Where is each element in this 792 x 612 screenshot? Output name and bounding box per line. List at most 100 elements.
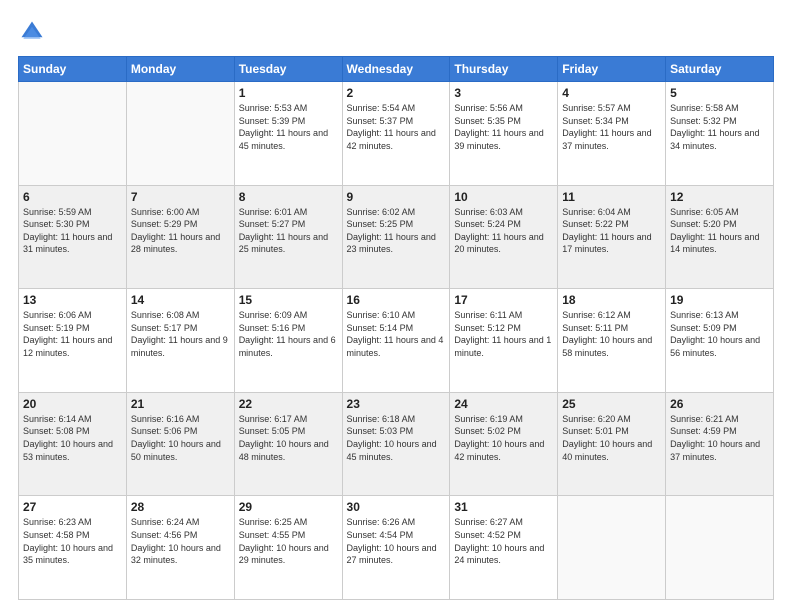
day-info-10: Sunrise: 6:03 AM Sunset: 5:24 PM Dayligh… [454, 206, 553, 256]
day-number-2: 2 [347, 86, 446, 100]
day-cell-21: 21 Sunrise: 6:16 AM Sunset: 5:06 PM Dayli… [126, 392, 234, 496]
day-info-15: Sunrise: 6:09 AM Sunset: 5:16 PM Dayligh… [239, 309, 338, 359]
day-info-7: Sunrise: 6:00 AM Sunset: 5:29 PM Dayligh… [131, 206, 230, 256]
day-cell-14: 14Sunrise: 6:08 AM Sunset: 5:17 PM Dayli… [126, 289, 234, 393]
day-info-17: Sunrise: 6:11 AM Sunset: 5:12 PM Dayligh… [454, 309, 553, 359]
day-info-2: Sunrise: 5:54 AM Sunset: 5:37 PM Dayligh… [347, 102, 446, 152]
day-cell-11: 11 Sunrise: 6:04 AM Sunset: 5:22 PM Dayli… [558, 185, 666, 289]
day-cell-30: 30Sunrise: 6:26 AM Sunset: 4:54 PM Dayli… [342, 496, 450, 600]
day-cell-26: 26 Sunrise: 6:21 AM Sunset: 4:59 PM Dayli… [666, 392, 774, 496]
day-number-27: 27 [23, 500, 122, 514]
day-info-3: Sunrise: 5:56 AM Sunset: 5:35 PM Dayligh… [454, 102, 553, 152]
weekday-monday: Monday [126, 57, 234, 82]
week-row-1: 1 Sunrise: 5:53 AM Sunset: 5:39 PM Daylig… [19, 82, 774, 186]
day-cell-19: 19 Sunrise: 6:13 AM Sunset: 5:09 PM Dayli… [666, 289, 774, 393]
day-info-5: Sunrise: 5:58 AM Sunset: 5:32 PM Dayligh… [670, 102, 769, 152]
day-number-20: 20 [23, 397, 122, 411]
day-cell-5: 5 Sunrise: 5:58 AM Sunset: 5:32 PM Daylig… [666, 82, 774, 186]
day-number-19: 19 [670, 293, 769, 307]
day-info-19: Sunrise: 6:13 AM Sunset: 5:09 PM Dayligh… [670, 309, 769, 359]
day-number-5: 5 [670, 86, 769, 100]
day-info-22: Sunrise: 6:17 AM Sunset: 5:05 PM Dayligh… [239, 413, 338, 463]
day-cell-20: 20Sunrise: 6:14 AM Sunset: 5:08 PM Dayli… [19, 392, 127, 496]
day-cell-24: 24 Sunrise: 6:19 AM Sunset: 5:02 PM Dayli… [450, 392, 558, 496]
day-info-8: Sunrise: 6:01 AM Sunset: 5:27 PM Dayligh… [239, 206, 338, 256]
logo [18, 18, 50, 46]
weekday-saturday: Saturday [666, 57, 774, 82]
day-number-10: 10 [454, 190, 553, 204]
day-info-16: Sunrise: 6:10 AM Sunset: 5:14 PM Dayligh… [347, 309, 446, 359]
weekday-header-row: SundayMondayTuesdayWednesdayThursdayFrid… [19, 57, 774, 82]
day-number-18: 18 [562, 293, 661, 307]
day-cell-28: 28 Sunrise: 6:24 AM Sunset: 4:56 PM Dayli… [126, 496, 234, 600]
day-cell-4: 4 Sunrise: 5:57 AM Sunset: 5:34 PM Daylig… [558, 82, 666, 186]
day-number-3: 3 [454, 86, 553, 100]
day-number-21: 21 [131, 397, 230, 411]
day-info-4: Sunrise: 5:57 AM Sunset: 5:34 PM Dayligh… [562, 102, 661, 152]
empty-cell [558, 496, 666, 600]
day-number-30: 30 [347, 500, 446, 514]
day-info-29: Sunrise: 6:25 AM Sunset: 4:55 PM Dayligh… [239, 516, 338, 566]
empty-cell [666, 496, 774, 600]
day-number-31: 31 [454, 500, 553, 514]
header [18, 18, 774, 46]
day-info-25: Sunrise: 6:20 AM Sunset: 5:01 PM Dayligh… [562, 413, 661, 463]
day-info-6: Sunrise: 5:59 AM Sunset: 5:30 PM Dayligh… [23, 206, 122, 256]
day-cell-31: 31 Sunrise: 6:27 AM Sunset: 4:52 PM Dayli… [450, 496, 558, 600]
day-cell-29: 29 Sunrise: 6:25 AM Sunset: 4:55 PM Dayli… [234, 496, 342, 600]
day-cell-13: 13Sunrise: 6:06 AM Sunset: 5:19 PM Dayli… [19, 289, 127, 393]
day-info-24: Sunrise: 6:19 AM Sunset: 5:02 PM Dayligh… [454, 413, 553, 463]
day-info-1: Sunrise: 5:53 AM Sunset: 5:39 PM Dayligh… [239, 102, 338, 152]
day-cell-1: 1 Sunrise: 5:53 AM Sunset: 5:39 PM Daylig… [234, 82, 342, 186]
day-info-9: Sunrise: 6:02 AM Sunset: 5:25 PM Dayligh… [347, 206, 446, 256]
day-number-26: 26 [670, 397, 769, 411]
week-row-4: 20Sunrise: 6:14 AM Sunset: 5:08 PM Dayli… [19, 392, 774, 496]
weekday-friday: Friday [558, 57, 666, 82]
day-cell-7: 7 Sunrise: 6:00 AM Sunset: 5:29 PM Daylig… [126, 185, 234, 289]
day-cell-2: 2 Sunrise: 5:54 AM Sunset: 5:37 PM Daylig… [342, 82, 450, 186]
day-cell-22: 22Sunrise: 6:17 AM Sunset: 5:05 PM Dayli… [234, 392, 342, 496]
day-cell-12: 12 Sunrise: 6:05 AM Sunset: 5:20 PM Dayli… [666, 185, 774, 289]
day-number-1: 1 [239, 86, 338, 100]
empty-cell [126, 82, 234, 186]
day-number-29: 29 [239, 500, 338, 514]
weekday-thursday: Thursday [450, 57, 558, 82]
logo-icon [18, 18, 46, 46]
weekday-wednesday: Wednesday [342, 57, 450, 82]
day-info-18: Sunrise: 6:12 AM Sunset: 5:11 PM Dayligh… [562, 309, 661, 359]
day-number-28: 28 [131, 500, 230, 514]
day-cell-3: 3 Sunrise: 5:56 AM Sunset: 5:35 PM Daylig… [450, 82, 558, 186]
day-info-28: Sunrise: 6:24 AM Sunset: 4:56 PM Dayligh… [131, 516, 230, 566]
day-cell-18: 18 Sunrise: 6:12 AM Sunset: 5:11 PM Dayli… [558, 289, 666, 393]
day-cell-17: 17 Sunrise: 6:11 AM Sunset: 5:12 PM Dayli… [450, 289, 558, 393]
day-number-12: 12 [670, 190, 769, 204]
day-number-8: 8 [239, 190, 338, 204]
day-number-17: 17 [454, 293, 553, 307]
day-info-12: Sunrise: 6:05 AM Sunset: 5:20 PM Dayligh… [670, 206, 769, 256]
day-cell-9: 9 Sunrise: 6:02 AM Sunset: 5:25 PM Daylig… [342, 185, 450, 289]
day-info-26: Sunrise: 6:21 AM Sunset: 4:59 PM Dayligh… [670, 413, 769, 463]
day-info-13: Sunrise: 6:06 AM Sunset: 5:19 PM Dayligh… [23, 309, 122, 359]
day-number-25: 25 [562, 397, 661, 411]
weekday-sunday: Sunday [19, 57, 127, 82]
day-number-24: 24 [454, 397, 553, 411]
day-number-11: 11 [562, 190, 661, 204]
week-row-5: 27 Sunrise: 6:23 AM Sunset: 4:58 PM Dayli… [19, 496, 774, 600]
day-number-16: 16 [347, 293, 446, 307]
empty-cell [19, 82, 127, 186]
day-number-7: 7 [131, 190, 230, 204]
week-row-2: 6Sunrise: 5:59 AM Sunset: 5:30 PM Daylig… [19, 185, 774, 289]
day-cell-10: 10 Sunrise: 6:03 AM Sunset: 5:24 PM Dayli… [450, 185, 558, 289]
day-info-14: Sunrise: 6:08 AM Sunset: 5:17 PM Dayligh… [131, 309, 230, 359]
day-info-21: Sunrise: 6:16 AM Sunset: 5:06 PM Dayligh… [131, 413, 230, 463]
day-info-31: Sunrise: 6:27 AM Sunset: 4:52 PM Dayligh… [454, 516, 553, 566]
day-number-9: 9 [347, 190, 446, 204]
day-info-27: Sunrise: 6:23 AM Sunset: 4:58 PM Dayligh… [23, 516, 122, 566]
day-number-4: 4 [562, 86, 661, 100]
day-info-23: Sunrise: 6:18 AM Sunset: 5:03 PM Dayligh… [347, 413, 446, 463]
day-info-11: Sunrise: 6:04 AM Sunset: 5:22 PM Dayligh… [562, 206, 661, 256]
day-cell-27: 27 Sunrise: 6:23 AM Sunset: 4:58 PM Dayli… [19, 496, 127, 600]
calendar-table: SundayMondayTuesdayWednesdayThursdayFrid… [18, 56, 774, 600]
day-number-15: 15 [239, 293, 338, 307]
week-row-3: 13Sunrise: 6:06 AM Sunset: 5:19 PM Dayli… [19, 289, 774, 393]
